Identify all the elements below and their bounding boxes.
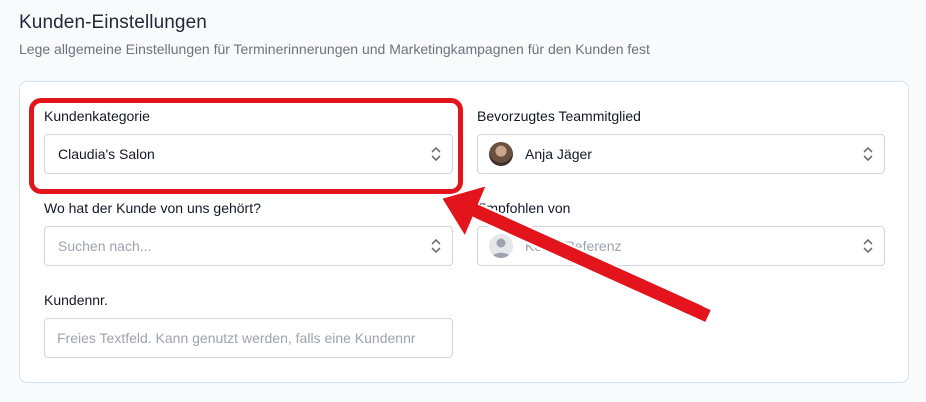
referred-by-select[interactable]: Keine Referenz [477, 226, 885, 266]
source-placeholder: Suchen nach... [58, 238, 152, 254]
referred-by-placeholder: Keine Referenz [525, 238, 622, 254]
team-member-select[interactable]: Anja Jäger [477, 134, 885, 174]
customer-number-label: Kundennr. [44, 292, 108, 308]
user-placeholder-icon [489, 234, 513, 258]
category-label: Kundenkategorie [44, 108, 150, 124]
section-description: Lege allgemeine Einstellungen für Termin… [19, 41, 650, 57]
chevron-updown-icon [863, 147, 873, 161]
source-label: Wo hat der Kunde von uns gehört? [44, 200, 261, 216]
team-member-label: Bevorzugtes Teammitglied [477, 108, 641, 124]
customer-number-input[interactable] [44, 318, 453, 358]
section-title: Kunden-Einstellungen [19, 12, 207, 33]
source-select[interactable]: Suchen nach... [44, 226, 453, 266]
chevron-updown-icon [431, 147, 441, 161]
chevron-updown-icon [863, 239, 873, 253]
referred-by-label: Empfohlen von [477, 200, 571, 216]
team-member-avatar [489, 142, 513, 166]
chevron-updown-icon [431, 239, 441, 253]
category-value: Claudia's Salon [58, 146, 155, 162]
team-member-value: Anja Jäger [525, 146, 592, 162]
category-select[interactable]: Claudia's Salon [44, 134, 453, 174]
